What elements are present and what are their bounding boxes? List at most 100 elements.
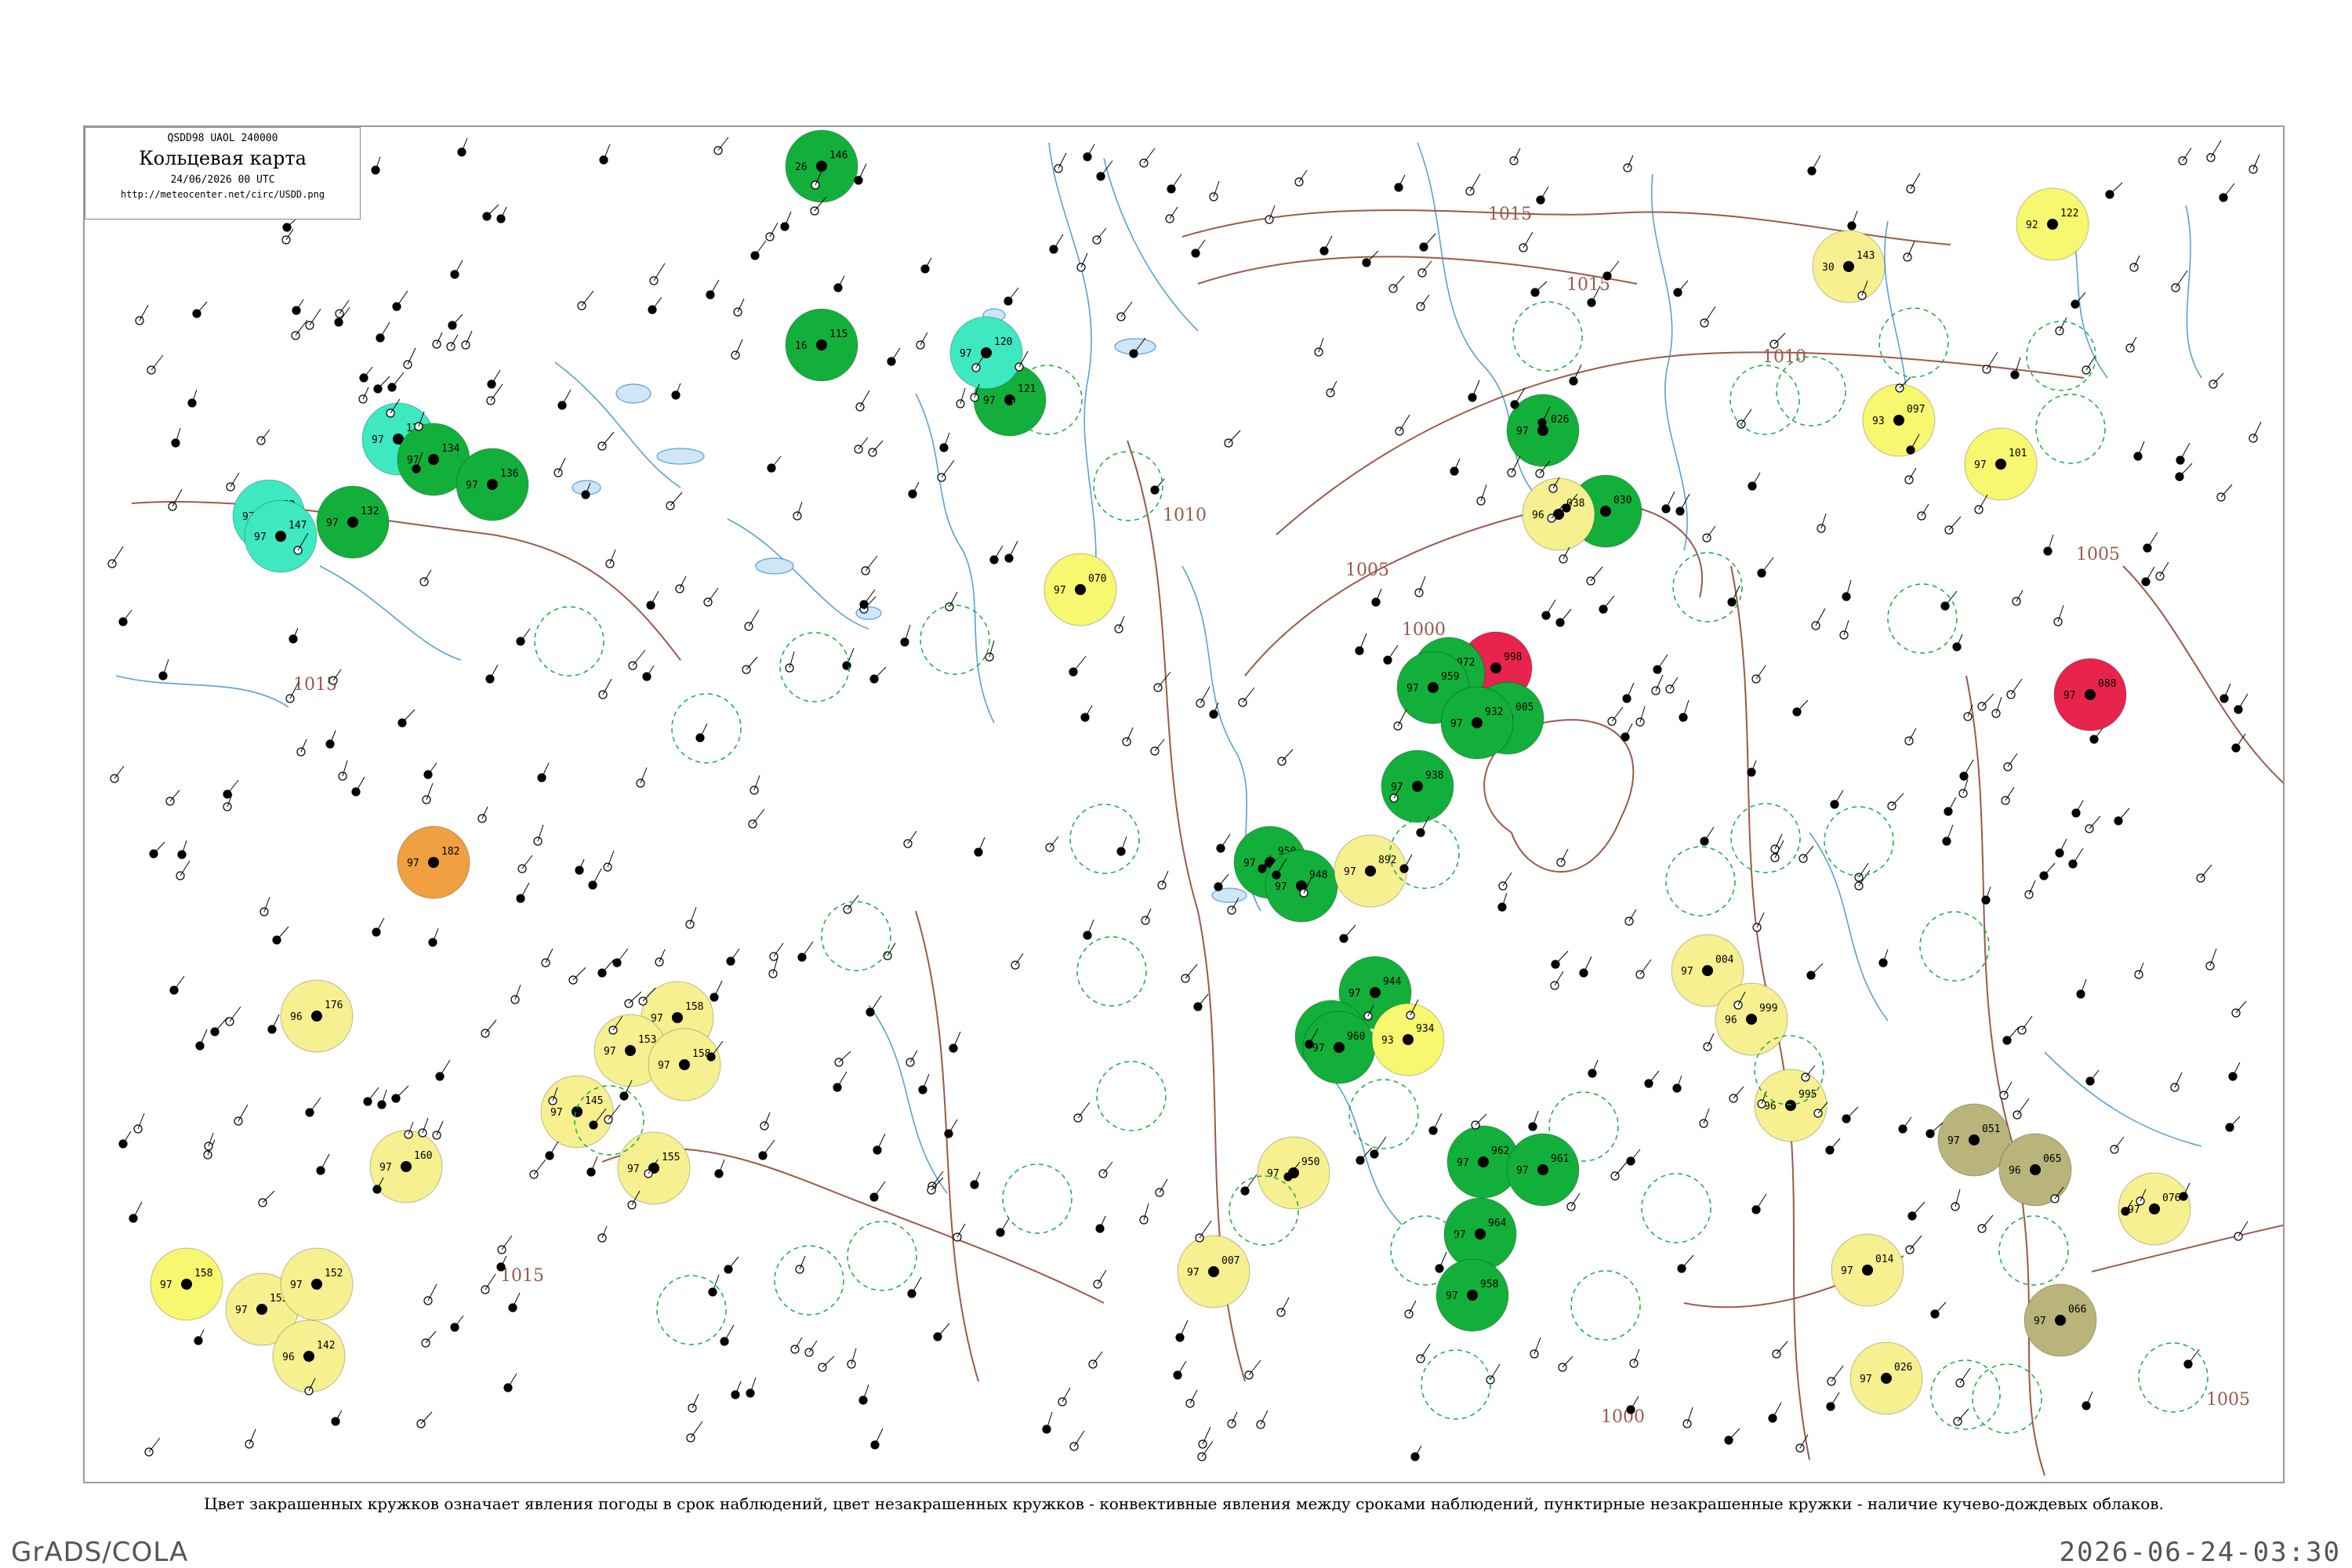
wind-barb [746, 656, 758, 670]
wind-barb [2118, 808, 2130, 822]
wind-barb [2006, 1026, 2020, 1041]
wind-barb [180, 860, 191, 877]
wind-barb [1978, 494, 1988, 510]
wind-barb [491, 369, 501, 385]
wind-barb [911, 1276, 922, 1294]
wind-barb [169, 789, 180, 802]
wind-barb [396, 290, 408, 307]
station-marker: 958 97 [1436, 1258, 1509, 1332]
station-pressure: 153 [638, 1034, 656, 1046]
isobar-label: 1015 [1488, 205, 1532, 224]
wind-barb [2212, 372, 2224, 385]
station-temperature: 97 [2034, 1316, 2046, 1327]
wind-barb [730, 948, 740, 962]
wind-barb [1570, 1192, 1581, 1207]
station-pressure: 934 [1416, 1023, 1435, 1035]
wind-barb [1195, 239, 1206, 254]
wind-barb [1981, 693, 1994, 707]
station-dot [625, 1045, 636, 1056]
wind-barb [2114, 1136, 2125, 1150]
station-marker: 136 97 [456, 448, 529, 521]
station-temperature: 97 [1054, 585, 1066, 597]
wind-barb [1554, 971, 1564, 986]
wind-barb [533, 1159, 546, 1175]
wind-barb [592, 868, 602, 886]
wind-barb [1648, 1070, 1660, 1084]
wind-barb [690, 1421, 703, 1439]
station-marker: 176 96 [280, 979, 354, 1053]
wind-barb [2109, 182, 2123, 195]
station-dot [1862, 1265, 1873, 1276]
station-dot [2047, 219, 2058, 230]
wind-barb [1540, 186, 1549, 201]
station-temperature: 30 [1822, 262, 1835, 274]
wind-barb [728, 1256, 739, 1270]
wind-barb [379, 321, 390, 339]
wind-barb [1157, 671, 1171, 688]
wind-barb [1761, 557, 1774, 574]
station-marker: 120 97 [949, 316, 1023, 390]
cumulonimbus-ring [1512, 301, 1583, 372]
wind-barb [2223, 183, 2235, 198]
cumulonimbus-ring [847, 1221, 917, 1291]
wind-barb [869, 995, 882, 1013]
station-pressure: 152 [325, 1268, 343, 1279]
station-temperature: 97 [290, 1279, 303, 1291]
wind-barb [1073, 655, 1087, 673]
wind-barb [2007, 753, 2018, 768]
station-marker: 892 97 [1334, 834, 1407, 908]
station-temperature: 96 [2009, 1165, 2021, 1177]
station-temperature: 97 [1516, 426, 1529, 437]
station-pressure: 120 [994, 336, 1012, 348]
station-dot [1893, 415, 1904, 426]
station-pressure: 026 [1894, 1362, 1912, 1374]
wind-barb [801, 941, 814, 958]
cumulonimbus-ring [1878, 307, 1949, 378]
station-temperature: 97 [1860, 1374, 1872, 1385]
wind-barb [2043, 862, 2056, 877]
wind-barb [837, 1071, 848, 1088]
station-marker: 070 97 [1044, 553, 1117, 626]
cumulonimbus-ring [1093, 451, 1163, 521]
station-temperature: 92 [2026, 220, 2038, 231]
wind-barb [1831, 1365, 1844, 1382]
station-pressure: 995 [1798, 1089, 1817, 1101]
wind-barb [309, 308, 321, 326]
station-pressure: 938 [1425, 770, 1443, 782]
station-dot [1995, 459, 2006, 470]
wind-barb [1963, 759, 1974, 777]
cumulonimbus-ring [1002, 1163, 1073, 1234]
wind-barb [572, 967, 586, 981]
wind-barb [1171, 173, 1182, 190]
station-temperature: 97 [1454, 1229, 1466, 1241]
wind-barb [1911, 1201, 1926, 1217]
station-marker: 999 96 [1715, 982, 1788, 1056]
wind-barb [1220, 833, 1231, 849]
station-dot [1478, 1156, 1489, 1167]
station-temperature: 97 [983, 395, 996, 407]
station-temperature: 97 [627, 1163, 640, 1175]
station-temperature: 97 [960, 348, 972, 360]
station-dot [428, 857, 439, 868]
wind-barb [151, 354, 164, 371]
station-temperature: 97 [1391, 782, 1403, 793]
wind-barb [771, 456, 782, 469]
station-pressure: 961 [1551, 1153, 1569, 1165]
wind-barb [717, 136, 729, 151]
station-temperature: 97 [1841, 1265, 1853, 1277]
wind-barb [2159, 561, 2169, 577]
wind-barb [891, 347, 901, 362]
isobar-label: 1005 [2206, 1390, 2250, 1410]
wind-barb [363, 366, 373, 379]
wind-barb [2147, 532, 2158, 549]
wind-barb [602, 678, 612, 695]
station-temperature: 97 [1406, 683, 1419, 695]
station-dot [1365, 866, 1376, 877]
wind-barb [1392, 275, 1405, 289]
wind-barb [1583, 956, 1592, 974]
wind-barb [1244, 1174, 1258, 1192]
wind-barb [956, 1223, 966, 1238]
wind-barb [1097, 1269, 1107, 1285]
station-dot [1843, 261, 1854, 272]
legend-date: 24/06/2026 00 UTC [170, 174, 275, 186]
